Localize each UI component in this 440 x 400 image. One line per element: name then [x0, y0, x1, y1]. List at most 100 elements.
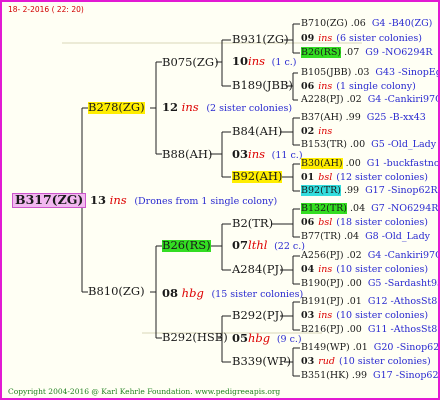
mating-type: ins [318, 264, 333, 275]
queen-year: .00 [350, 139, 366, 150]
gen4-queen[interactable]: B149(WP) [301, 342, 350, 353]
queen-lineage-ref: G9 -NO6294R [365, 47, 433, 58]
mating-type: ins [181, 100, 199, 114]
mating-type: hbg [181, 286, 204, 300]
gen4-queen[interactable]: B191(PJ) [301, 296, 344, 307]
queen-lineage-ref: G1 -buckfastno [366, 158, 440, 169]
gen4-queen[interactable]: B77(TR) [301, 231, 341, 242]
root-queen[interactable]: B317(ZG) [12, 193, 87, 208]
queen-lineage-ref: G12 -AthosSt80R [367, 296, 438, 307]
queen-lineage-ref: G5 -Old_Lady [371, 139, 437, 150]
mating-number: 03 [301, 310, 315, 321]
gen4-queen-row: A256(PJ) .02 G4 -Cankiri97Q [301, 250, 438, 261]
gen4-queen[interactable]: B216(PJ) [301, 324, 344, 335]
gen3-queen[interactable]: B339(WP) [232, 355, 291, 368]
mating-type: hbg [248, 331, 271, 345]
gen2-queen[interactable]: B075(ZG) [162, 56, 219, 69]
mating-number: 10 [232, 54, 249, 68]
copyright-footer: Copyright 2004-2016 @ Karl Kehrle Founda… [8, 387, 281, 396]
mating-note: (6 sister colonies) [336, 33, 422, 44]
queen-lineage-ref: G17 -Sinop62R [365, 185, 438, 196]
gen3-queen[interactable]: B292(PJ) [232, 309, 284, 322]
gen2-queen[interactable]: B292(HSB) [162, 331, 228, 344]
gen4-mating-info: 03 rud (10 sister colonies) [301, 357, 431, 367]
gen4-queen[interactable]: B190(PJ) [301, 278, 344, 289]
gen4-queen[interactable]: A228(PJ) [301, 94, 344, 105]
gen1-queen[interactable]: B278(ZG) [88, 101, 145, 114]
gen4-queen[interactable]: B351(HK) [301, 370, 349, 381]
mating-number: 01 [301, 172, 315, 183]
gen3-queen[interactable]: A284(PJ) [232, 263, 284, 276]
queen-year: .02 [346, 94, 362, 105]
gen4-queen[interactable]: B30(AH) [301, 158, 343, 169]
gen4-queen[interactable]: A256(PJ) [301, 250, 344, 261]
gen4-queen-row: B92(TR) .99 G17 -Sinop62R [301, 185, 438, 196]
mating-number: 02 [301, 126, 315, 137]
mating-number: 07 [232, 238, 249, 252]
queen-lineage-ref: G4 -B40(ZG) [371, 18, 433, 29]
mating-note: (10 sister colonies) [336, 264, 429, 275]
mating-note: (10 sister colonies) [338, 356, 431, 367]
queen-year: .04 [343, 231, 360, 242]
gen4-queen[interactable]: B105(JBB) [301, 67, 351, 78]
gen4-queen-row: B191(PJ).01 G12 -AthosSt80R [301, 296, 438, 307]
gen2-queen[interactable]: B26(RS) [162, 239, 211, 252]
mating-type: ins [318, 33, 333, 44]
gen4-queen-row: A228(PJ) .02 G4 -Cankiri97Q [301, 94, 438, 105]
gen1-mating-info: 12 ins (2 sister colonies) [162, 100, 293, 114]
mating-note: (2 sister colonies) [206, 103, 293, 114]
root-mating-info: 13 ins (Drones from 1 single colony) [90, 193, 278, 207]
queen-year: .99 [351, 370, 368, 381]
mating-number: 05 [232, 331, 249, 345]
queen-lineage-ref: G11 -AthosSt80R [367, 324, 438, 335]
queen-lineage-ref: G5 -Sardasht93R [367, 278, 438, 289]
gen4-queen[interactable]: B37(AH) [301, 112, 343, 123]
gen2-queen[interactable]: B88(AH) [162, 148, 212, 161]
mating-note: (1 c.) [271, 57, 297, 68]
mating-number: 08 [162, 286, 179, 300]
gen1-queen[interactable]: B810(ZG) [88, 285, 145, 298]
mating-number: 12 [162, 100, 179, 114]
mating-type: ins [318, 81, 333, 92]
gen4-queen[interactable]: B710(ZG) [301, 18, 348, 29]
gen3-queen[interactable]: B931(ZG) [232, 33, 289, 46]
mating-number: 06 [301, 81, 315, 92]
pedigree-chart: 18- 2-2016 ( 22: 20) B317(ZG) 13 ins (Dr… [0, 0, 440, 400]
gen4-queen[interactable]: B132(TR) [301, 203, 348, 214]
queen-lineage-ref: G43 -SinopEgg86R [375, 67, 438, 78]
mating-type: bsl [318, 172, 333, 183]
gen4-queen[interactable]: B26(RS) [301, 47, 342, 58]
gen4-queen-row: B26(RS) .07 G9 -NO6294R [301, 47, 433, 58]
mating-number: 13 [90, 193, 107, 207]
queen-lineage-ref: G7 -NO6294R [371, 203, 439, 214]
mating-type: ins [248, 147, 266, 161]
gen3-queen[interactable]: B189(JBB) [232, 79, 293, 92]
gen1-mating-info: 08 hbg (15 sister colonies) [162, 286, 304, 300]
gen3-mating-info: 05hbg (9 c.) [232, 331, 302, 345]
gen3-queen[interactable]: B2(TR) [232, 217, 273, 230]
gen3-queen[interactable]: B92(AH) [232, 170, 283, 183]
mating-note: (15 sister colonies) [211, 289, 304, 300]
gen3-mating-info: 07lthl (22 c.) [232, 238, 305, 252]
gen4-queen-row: B37(AH) .99 G25 -B-xx43 [301, 113, 426, 123]
mating-number: 09 [301, 33, 315, 44]
gen3-queen[interactable]: B84(AH) [232, 125, 282, 138]
gen4-queen-row: B710(ZG) .06 G4 -B40(ZG) [301, 19, 432, 29]
date-stamp: 18- 2-2016 ( 22: 20) [8, 5, 84, 14]
mating-number: 03 [232, 147, 249, 161]
queen-year: .07 [344, 47, 360, 58]
gen4-mating-info: 06 bsl (18 sister colonies) [301, 218, 428, 228]
gen4-queen[interactable]: B92(TR) [301, 185, 341, 196]
queen-year: .99 [345, 112, 361, 123]
mating-note: (Drones from 1 single colony) [134, 196, 278, 207]
gen4-mating-info: 09 ins (6 sister colonies) [301, 34, 422, 44]
queen-lineage-ref: G20 -Sinop62R [373, 342, 440, 353]
queen-year: .04 [350, 203, 366, 214]
mating-note: (1 single colony) [336, 81, 416, 92]
queen-year: .02 [346, 250, 362, 261]
gen4-queen-row: B153(TR) .00 G5 -Old_Lady [301, 140, 436, 150]
gen4-queen[interactable]: B153(TR) [301, 139, 347, 150]
gen4-mating-info: 03 ins (10 sister colonies) [301, 311, 428, 321]
gen4-queen-row: B216(PJ).00 G11 -AthosSt80R [301, 324, 438, 335]
mating-note: (9 c.) [276, 334, 302, 345]
